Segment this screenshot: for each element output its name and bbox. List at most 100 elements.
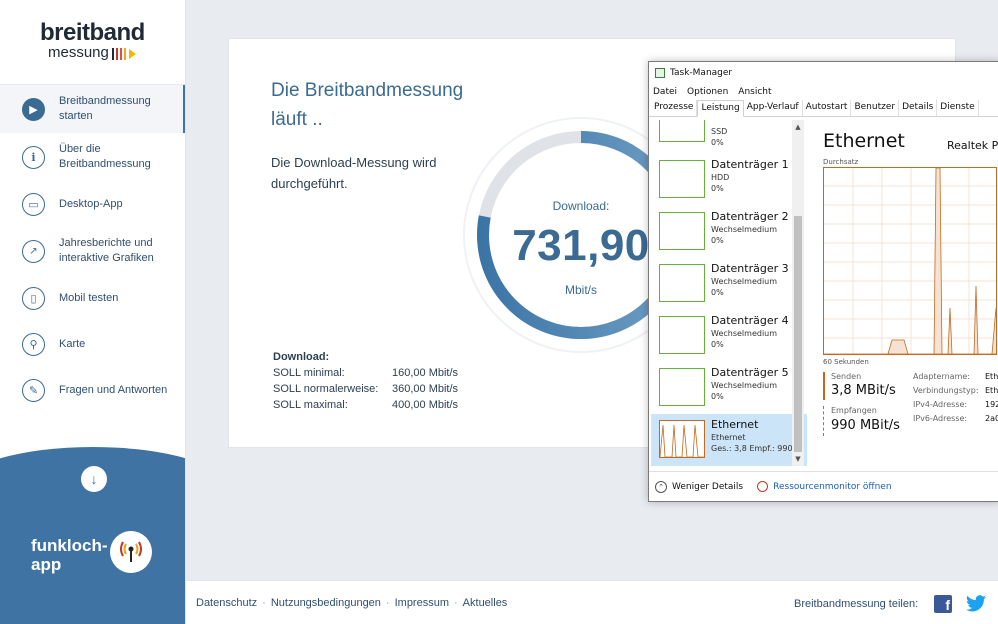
- chat-icon: ✎: [22, 378, 45, 402]
- scroll-up-icon[interactable]: ▲: [792, 123, 804, 131]
- antenna-icon[interactable]: [110, 531, 152, 573]
- spec-value: 400,00 Mbit/s: [392, 399, 459, 411]
- adapter-name-value: Eth: [985, 372, 998, 381]
- spec-row: SOLL normalerweise: 360,00 Mbit/s: [273, 381, 458, 397]
- sidebar-item-about[interactable]: i Über die Breitbandmessung: [0, 133, 185, 181]
- sidebar-item-desktop-app[interactable]: ▭ Desktop-App: [0, 181, 185, 227]
- download-specs: Download: SOLL minimal: 160,00 Mbit/s SOL…: [273, 351, 458, 413]
- task-manager-titlebar[interactable]: Task-Manager: [649, 62, 998, 84]
- time-range-label: 60 Sekunden: [823, 358, 869, 366]
- task-manager-window[interactable]: Task-Manager Datei Optionen Ansicht Proz…: [648, 61, 998, 502]
- task-manager-icon: [655, 68, 665, 78]
- scroll-down-button[interactable]: ↓: [81, 466, 107, 492]
- sidebar-item-mobile[interactable]: ▯ Mobil testen: [0, 275, 185, 321]
- resource-item-disk3[interactable]: Datenträger 3 (C Wechselmedium 0%: [651, 258, 807, 310]
- connection-type-value: Eth: [985, 386, 998, 395]
- send-indicator: [823, 372, 825, 400]
- scroll-down-icon[interactable]: ▼: [792, 455, 804, 463]
- breitbandmessung-logo[interactable]: breitband messung: [40, 20, 145, 61]
- tab-leistung[interactable]: Leistung: [697, 100, 744, 117]
- mini-graph: [659, 120, 705, 142]
- tab-autostart[interactable]: Autostart: [803, 100, 852, 116]
- throughput-graph: [823, 167, 997, 355]
- footer-link-impressum[interactable]: Impressum: [395, 597, 449, 609]
- resource-monitor-icon: [757, 481, 769, 492]
- specs-header: Download:: [273, 351, 330, 363]
- fewer-details-button[interactable]: ⌃ Weniger Details: [655, 480, 743, 493]
- tab-bar: Prozesse Leistung App-Verlauf Autostart …: [649, 100, 998, 117]
- sidebar: breitband messung ▶ Breitbandmessung sta…: [0, 0, 186, 624]
- map-icon: ⚲: [22, 332, 45, 356]
- menu-optionen[interactable]: Optionen: [687, 87, 728, 97]
- recv-value: 990 MBit/s: [831, 418, 900, 433]
- sidebar-item-label: Karte: [59, 337, 86, 350]
- resource-monitor-link[interactable]: Ressourcenmonitor öffnen: [757, 481, 892, 492]
- sidebar-item-label: Desktop-App: [59, 197, 123, 210]
- ipv6-label: IPv6-Adresse:: [913, 414, 968, 423]
- mini-graph: [659, 316, 705, 354]
- send-label: Senden: [831, 372, 862, 381]
- chevron-up-icon: ⌃: [655, 480, 667, 493]
- spec-value: 160,00 Mbit/s: [392, 367, 459, 379]
- menu-bar: Datei Optionen Ansicht: [649, 84, 998, 100]
- share-label: Breitbandmessung teilen:: [794, 598, 919, 610]
- window-title: Task-Manager: [670, 68, 733, 78]
- footer-links: Datenschutz · Nutzungsbedingungen · Impr…: [196, 597, 507, 609]
- mini-graph: [659, 368, 705, 406]
- logo-line2: messung: [48, 44, 109, 61]
- resource-list-scrollbar[interactable]: ▲ ▼: [792, 120, 804, 466]
- menu-ansicht[interactable]: Ansicht: [738, 87, 771, 97]
- mini-graph: [659, 212, 705, 250]
- sidebar-item-start[interactable]: ▶ Breitbandmessung starten: [0, 85, 185, 133]
- footer-separator: ·: [385, 597, 390, 609]
- twitter-icon[interactable]: [966, 595, 986, 613]
- tab-app-verlauf[interactable]: App-Verlauf: [744, 100, 803, 116]
- ipv6-value: 2a0: [985, 414, 998, 423]
- menu-datei[interactable]: Datei: [653, 87, 677, 97]
- resource-item-ssd[interactable]: SSD 0%: [651, 120, 807, 154]
- tab-prozesse[interactable]: Prozesse: [651, 100, 698, 116]
- connection-type-label: Verbindungstyp:: [913, 386, 979, 395]
- mini-graph: [659, 420, 705, 458]
- spec-row: SOLL maximal: 400,00 Mbit/s: [273, 397, 458, 413]
- ipv4-label: IPv4-Adresse:: [913, 400, 968, 409]
- resource-monitor-label: Ressourcenmonitor öffnen: [773, 481, 892, 492]
- arrow-down-icon: ↓: [90, 471, 98, 487]
- ethernet-stats: Senden 3,8 MBit/s Empfangen 990 MBit/s A…: [823, 372, 998, 452]
- resource-item-disk5[interactable]: Datenträger 5 (I Wechselmedium 0%: [651, 362, 807, 414]
- resource-list: SSD 0% Datenträger 1 (I HDD 0% Datenträg…: [651, 120, 807, 466]
- resource-item-ethernet[interactable]: Ethernet Ethernet Ges.: 3,8 Empf.: 990 I: [651, 414, 807, 466]
- scrollbar-thumb[interactable]: [794, 216, 802, 452]
- adapter-name-label: Adaptername:: [913, 372, 970, 381]
- chart-icon: ↗: [22, 239, 45, 263]
- sidebar-nav: ▶ Breitbandmessung starten i Über die Br…: [0, 84, 185, 413]
- facebook-icon[interactable]: f: [934, 595, 952, 613]
- send-value: 3,8 MBit/s: [831, 383, 896, 398]
- sidebar-item-map[interactable]: ⚲ Karte: [0, 321, 185, 367]
- recv-indicator: [823, 406, 825, 436]
- measurement-title: Die Breitbandmessung läuft ..: [271, 80, 464, 130]
- play-icon: ▶: [22, 97, 45, 121]
- adapter-model: Realtek PC: [947, 139, 998, 152]
- page-footer: Datenschutz · Nutzungsbedingungen · Impr…: [186, 580, 998, 624]
- footer-link-datenschutz[interactable]: Datenschutz: [196, 597, 257, 609]
- sidebar-item-faq[interactable]: ✎ Fragen und Antworten: [0, 367, 185, 413]
- ethernet-mini-graph: [659, 424, 704, 458]
- footer-link-nutzungsbedingungen[interactable]: Nutzungsbedingungen: [271, 597, 381, 609]
- resource-item-disk2[interactable]: Datenträger 2 (I Wechselmedium 0%: [651, 206, 807, 258]
- sidebar-item-reports[interactable]: ↗ Jahresberichte und interaktive Grafike…: [0, 227, 185, 275]
- mini-graph: [659, 160, 705, 198]
- spec-row: SOLL minimal: 160,00 Mbit/s: [273, 365, 458, 381]
- info-icon: i: [22, 145, 45, 169]
- phone-icon: ▯: [22, 286, 45, 310]
- ipv4-value: 192: [985, 400, 998, 409]
- tab-details[interactable]: Details: [899, 100, 938, 116]
- funkloch-app-label[interactable]: funkloch-app: [31, 536, 109, 574]
- monitor-icon: ▭: [22, 192, 45, 216]
- sidebar-item-label: Über die Breitbandmessung: [59, 143, 151, 170]
- tab-benutzer[interactable]: Benutzer: [851, 100, 900, 116]
- resource-item-disk4[interactable]: Datenträger 4 (I Wechselmedium 0%: [651, 310, 807, 362]
- tab-dienste[interactable]: Dienste: [937, 100, 979, 116]
- footer-link-aktuelles[interactable]: Aktuelles: [463, 597, 508, 609]
- resource-item-disk1[interactable]: Datenträger 1 (I HDD 0%: [651, 154, 807, 206]
